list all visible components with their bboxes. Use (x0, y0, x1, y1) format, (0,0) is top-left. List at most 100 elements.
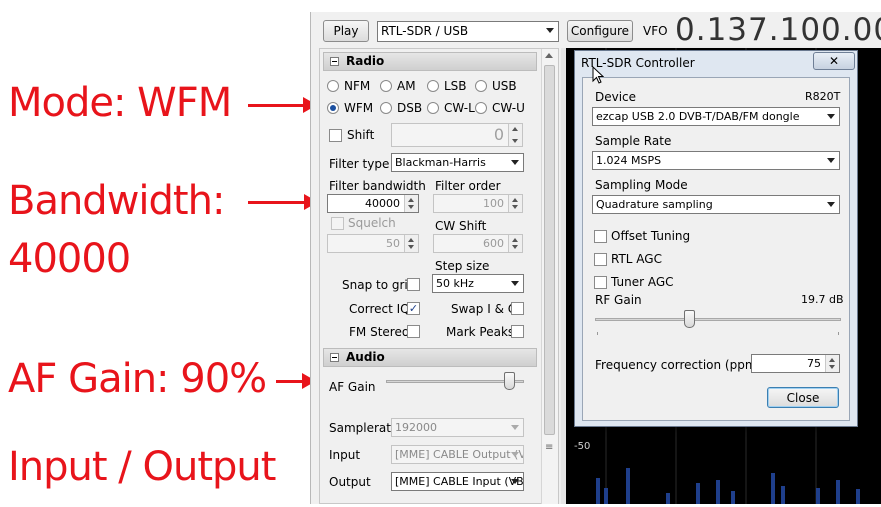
annotation-bandwidth-value: 40000 (8, 236, 131, 282)
af-gain-slider[interactable] (504, 372, 516, 390)
mode-label-lsb: LSB (444, 79, 467, 93)
spectrum-signal (856, 489, 860, 504)
annotation-af-gain: AF Gain: 90% (8, 356, 267, 402)
squelch-input[interactable]: 50 (327, 234, 419, 253)
filter-order-input[interactable]: 100 (433, 194, 523, 213)
filter-order-label: Filter order (435, 179, 501, 193)
step-size-select[interactable]: 50 kHz (432, 274, 524, 293)
stepper-icon[interactable] (508, 235, 522, 252)
samplerate-select[interactable]: 192000 (391, 418, 524, 437)
chevron-down-icon (827, 114, 835, 119)
correct-iq-label: Correct IQ (349, 302, 410, 316)
mode-radio-am[interactable] (380, 80, 392, 92)
annotation-io: Input / Output (8, 444, 276, 490)
close-button[interactable]: Close (767, 387, 839, 408)
dialog-body: Device R820T ezcap USB 2.0 DVB-T/DAB/FM … (582, 77, 850, 421)
mode-label-wfm: WFM (344, 101, 374, 115)
cw-shift-value: 600 (483, 237, 504, 250)
radio-section-header[interactable]: Radio (323, 52, 537, 71)
grip-icon[interactable]: ≡ (545, 442, 553, 453)
device-label: Device (595, 90, 637, 104)
chevron-down-icon (511, 479, 519, 484)
spectrum-signal (716, 480, 720, 504)
mode-label-cwl: CW-L (444, 101, 475, 115)
chevron-down-icon (511, 160, 519, 165)
device-select[interactable]: ezcap USB 2.0 DVB-T/DAB/FM dongle (592, 107, 840, 126)
rf-gain-slider[interactable] (684, 310, 695, 328)
rf-gain-value: 19.7 dB (801, 293, 844, 306)
output-device-value: [MME] CABLE Input (VB (395, 475, 524, 488)
audio-section-header[interactable]: Audio (323, 348, 537, 367)
close-icon[interactable]: ✕ (813, 52, 855, 70)
snap-to-grid-checkbox[interactable] (407, 278, 420, 291)
spectrum-signal (731, 491, 735, 504)
device-value: ezcap USB 2.0 DVB-T/DAB/FM dongle (596, 110, 800, 123)
annotation-arrow-mode (248, 97, 317, 113)
spectrum-signal (596, 478, 600, 504)
stepper-icon[interactable] (404, 195, 418, 212)
squelch-checkbox[interactable] (331, 217, 344, 230)
filter-bandwidth-input[interactable]: 40000 (327, 194, 419, 213)
fm-stereo-label: FM Stereo (349, 325, 410, 339)
configure-button[interactable]: Configure (567, 20, 633, 42)
stepper-icon[interactable] (404, 235, 418, 252)
panel-scrollbar[interactable] (541, 49, 558, 504)
fm-stereo-checkbox[interactable] (407, 325, 420, 338)
offset-tuning-label: Offset Tuning (611, 229, 691, 243)
swap-iq-checkbox[interactable] (511, 302, 524, 315)
filter-type-value: Blackman-Harris (395, 156, 486, 169)
frequency-correction-input[interactable]: 75 (751, 354, 840, 373)
db-scale-label: -50 (574, 441, 591, 452)
frequency-display[interactable]: 0.137.100.00 (675, 12, 881, 48)
mode-radio-cwl[interactable] (427, 102, 439, 114)
chevron-down-icon (511, 425, 519, 430)
stepper-icon[interactable] (508, 124, 522, 146)
mode-radio-lsb[interactable] (427, 80, 439, 92)
mode-label-dsb: DSB (397, 101, 423, 115)
collapse-icon[interactable] (330, 57, 339, 66)
stepper-icon[interactable] (825, 355, 839, 372)
mark-peaks-checkbox[interactable] (511, 325, 524, 338)
shift-input[interactable]: 0 (391, 123, 523, 147)
mode-label-cwu: CW-U (492, 101, 525, 115)
shift-label: Shift (347, 128, 375, 142)
squelch-label: Squelch (348, 216, 396, 230)
correct-iq-checkbox[interactable]: ✓ (407, 302, 420, 315)
audio-section-title: Audio (346, 350, 385, 364)
mouse-cursor-icon (592, 66, 604, 84)
output-device-select[interactable]: [MME] CABLE Input (VB (391, 472, 524, 491)
scroll-up-icon[interactable] (545, 53, 553, 58)
source-select[interactable]: RTL-SDR / USB (377, 21, 559, 42)
step-size-label: Step size (435, 259, 490, 273)
sample-rate-label: Sample Rate (595, 134, 672, 148)
mode-radio-usb[interactable] (475, 80, 487, 92)
stepper-icon[interactable] (508, 195, 522, 212)
chevron-down-icon (511, 452, 519, 457)
chevron-down-icon (511, 281, 519, 286)
rf-gain-track[interactable] (595, 318, 841, 321)
mode-radio-cwu[interactable] (475, 102, 487, 114)
annotation-bandwidth: Bandwidth: (8, 178, 225, 224)
shift-checkbox[interactable] (329, 129, 342, 142)
tuner-agc-checkbox[interactable] (594, 276, 607, 289)
mode-radio-nfm[interactable] (327, 80, 339, 92)
input-device-select[interactable]: [MME] CABLE Output (V (391, 445, 524, 464)
checkmark-icon: ✓ (408, 302, 419, 315)
mode-radio-wfm[interactable] (327, 102, 339, 114)
offset-tuning-checkbox[interactable] (594, 230, 607, 243)
snap-to-grid-label: Snap to grid (342, 278, 416, 292)
mode-radio-dsb[interactable] (380, 102, 392, 114)
input-device-value: [MME] CABLE Output (V (395, 448, 524, 461)
sample-rate-select[interactable]: 1.024 MSPS (592, 151, 840, 170)
filter-type-select[interactable]: Blackman-Harris (391, 153, 524, 172)
sampling-mode-select[interactable]: Quadrature sampling (592, 195, 840, 214)
cw-shift-input[interactable]: 600 (433, 234, 523, 253)
frequency-correction-value: 75 (807, 357, 821, 370)
play-button[interactable]: Play (323, 20, 369, 42)
slider-tick (838, 332, 839, 335)
scroll-thumb[interactable] (544, 65, 555, 435)
rtl-agc-checkbox[interactable] (594, 253, 607, 266)
mode-label-am: AM (397, 79, 416, 93)
swap-iq-label: Swap I & Q (451, 302, 518, 316)
collapse-icon[interactable] (330, 353, 339, 362)
